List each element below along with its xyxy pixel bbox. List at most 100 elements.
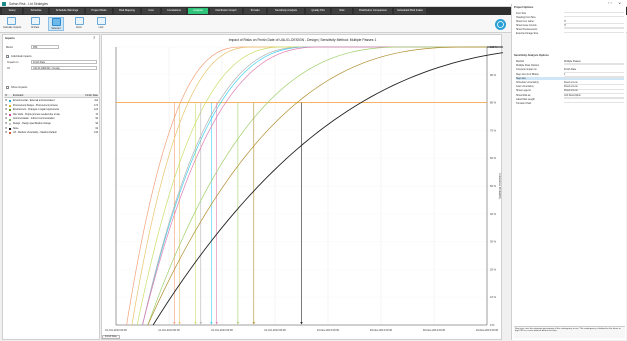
p80-arrow-head (215, 322, 218, 325)
x-tick-label: 01-Oct-2013 00:00 (105, 328, 127, 332)
property-key: Step size (# of Risks) (516, 72, 539, 76)
series-color-swatch (9, 109, 11, 112)
show-impacts-checkbox[interactable] (6, 86, 9, 89)
tab-schedule[interactable]: Schedule (24, 8, 48, 14)
sensitivity-property-row[interactable]: Method Multiple Passes (516, 60, 624, 65)
property-key: Show Legend (516, 89, 531, 93)
x-tick-label: 31-Oct-2013 00:00 (264, 328, 286, 332)
metric-label: Metric (6, 46, 14, 49)
tab-distribution-graph[interactable]: Distribution Graph (210, 8, 242, 14)
property-key: Show Icon Label (516, 20, 534, 23)
impact-on-label: Impact on (7, 61, 19, 64)
series-color-swatch (9, 113, 11, 116)
window-title: Safran Risk - Ltd Strategies (9, 1, 48, 6)
pin-icon[interactable]: ⊼ (93, 36, 96, 40)
tab-scheduled-risk-intake[interactable]: Scheduled Risk Intake (394, 8, 426, 14)
property-row[interactable]: Heading Font Size (516, 16, 624, 19)
zoom-button[interactable]: Zoom (71, 17, 87, 31)
property-row[interactable]: Show Icon Label ☐ (516, 20, 624, 25)
sensitivity-property-row[interactable]: Step size (# of Risks) 1 (516, 72, 624, 77)
tab-schedule-warnings[interactable]: Schedule Warnings (50, 8, 84, 14)
selected-button[interactable]: Selected (48, 17, 64, 31)
tab-quality-plot[interactable]: Quality Plot (306, 8, 330, 14)
y-tick-label: 40 % (490, 212, 497, 216)
properties-panel: Project Options Font Size Heading Font Si… (511, 4, 626, 340)
y-tick-label: 60 % (490, 156, 497, 160)
of-label: Of (7, 67, 10, 70)
finish-date-bottom-tab[interactable]: Finish Date (102, 335, 120, 339)
finish-date-column-header[interactable]: Finish Date (82, 94, 98, 98)
tab-correlations[interactable]: Correlations (162, 8, 186, 14)
property-key: Multiple Pass Options (516, 64, 540, 68)
tab-cost[interactable]: Cost (142, 8, 160, 14)
calculate-impacts-button[interactable]: Calculate Impacts (3, 17, 21, 31)
series-color-swatch (9, 127, 11, 130)
impacts-panel: Impacts ⊼ Metric P80 Individual impacts … (2, 34, 100, 340)
tab-tornado[interactable]: Tornado (244, 8, 266, 14)
excluded-column-header[interactable]: Excluded (13, 94, 23, 98)
impacts-title: Impacts (5, 37, 15, 40)
property-value[interactable] (564, 97, 624, 99)
refresh-globe-icon[interactable] (494, 18, 507, 31)
p80-arrow-head (300, 322, 303, 325)
sensitivity-property-row[interactable]: Tornado Chart (516, 102, 624, 105)
individual-impacts-checkbox[interactable] (6, 55, 10, 59)
sensitivity-options-title: Sensitivity Analysis Options (514, 54, 549, 57)
sensitivity-property-row[interactable]: Show Risk as Unit Description (516, 94, 624, 98)
x-tick-label: 30-Nov-2013 00:00 (423, 328, 446, 332)
p80-arrow-head (210, 322, 213, 325)
property-description: Step size: sets the minimum percentage o… (514, 326, 625, 338)
sensitivity-property-row[interactable]: Step size (516, 76, 624, 81)
property-value[interactable] (564, 76, 624, 78)
finish-date-impact: 13d (94, 132, 98, 135)
property-value[interactable] (564, 64, 624, 66)
of-activity-select[interactable]: UIA-01-DESIGN - Design (31, 66, 97, 71)
tab-risk-mapping[interactable]: Risk Mapping (114, 8, 140, 14)
p80-arrow-head (236, 322, 240, 325)
project-options-title: Project Options (514, 6, 534, 9)
property-key: Step size (516, 76, 526, 80)
property-key: Method (516, 60, 524, 63)
property-row[interactable]: Font Size (516, 12, 624, 15)
property-row[interactable]: Exported Image Size (516, 32, 624, 35)
property-key: Schedule Uncertainty (516, 81, 539, 84)
row-checkbox[interactable]: ☑ (5, 131, 7, 135)
property-value[interactable] (564, 28, 624, 29)
calculator-icon (6, 17, 16, 25)
tab-analysis[interactable]: Analysis (188, 8, 208, 14)
property-row[interactable]: Show Predecessors (516, 28, 624, 31)
tab-risk[interactable]: Risk (332, 8, 352, 14)
p80-arrow-head (199, 322, 202, 325)
select-all-checkbox-cell[interactable]: ☑ (5, 94, 7, 98)
property-value[interactable] (564, 32, 624, 33)
tab-sensitivity-analysis[interactable]: Sensitivity Analysis (268, 8, 304, 14)
tab-project-risks[interactable]: Project Risks (86, 8, 112, 14)
chart-pane: Impact of Risks on Finish Date of UIA-01… (101, 34, 503, 340)
property-value[interactable] (564, 12, 624, 13)
sensitivity-property-row[interactable]: Compute impact on Finish Date (516, 68, 624, 73)
impact-row[interactable]: ☑ U3 - Medium Uncertainty - Medium Defaul… (4, 131, 100, 135)
property-value[interactable] (564, 16, 624, 17)
sensitivity-property-row[interactable]: Label Max Length (516, 97, 624, 101)
property-key: Show Predecessors (516, 28, 538, 31)
metric-select[interactable]: P80 (31, 45, 59, 50)
sensitivity-property-row[interactable]: Multiple Pass Options (516, 64, 624, 67)
impact-on-select[interactable]: Finish Date (31, 60, 97, 65)
lock-button[interactable]: Lock (93, 17, 109, 31)
all-data-button[interactable]: All Data (27, 17, 43, 31)
tab-setup[interactable]: Setup (2, 8, 22, 14)
x-tick-label: 11-Oct-2013 00:00 (158, 328, 180, 332)
p80-arrow-head (178, 322, 181, 325)
sensitivity-property-row[interactable]: Schedule Uncertainty Fixed at Low (516, 81, 624, 86)
sensitivity-property-row[interactable]: Show Legend Fixed at Low (516, 89, 624, 94)
y-tick-label: 20 % (490, 267, 497, 271)
y-tick-label: 80 % (490, 101, 497, 105)
sensitivity-property-row[interactable]: Cost Uncertainty Fixed at Low (516, 85, 624, 90)
individual-impacts-label: Individual impacts (11, 55, 32, 58)
tab-distribution-comparison[interactable]: Distribution Comparison (354, 8, 392, 14)
property-row[interactable]: Show Issue Counts ☐ (516, 24, 624, 29)
y-tick-label: 50 % (490, 184, 497, 188)
zoom-icon (74, 17, 84, 25)
y-axis-label: Cumulative Probability (498, 173, 502, 200)
property-value[interactable] (564, 102, 624, 103)
